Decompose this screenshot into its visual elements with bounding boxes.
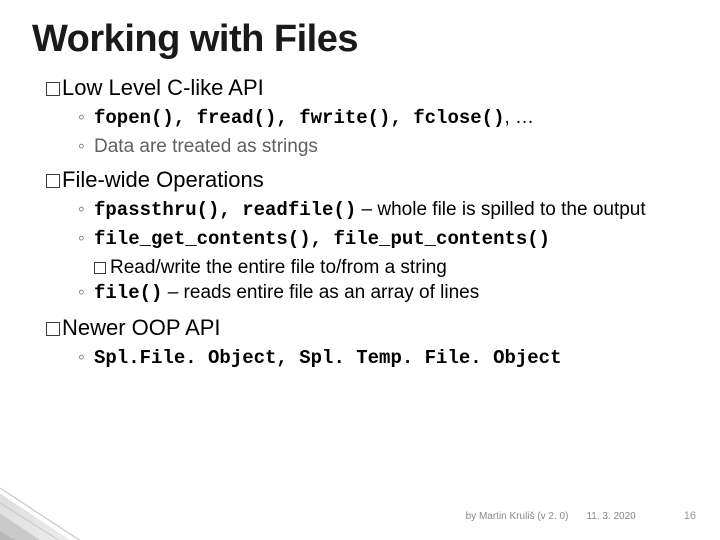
box-icon — [46, 174, 60, 188]
section-items-2: Spl.File. Object, Spl. Temp. File. Objec… — [78, 345, 688, 372]
section-heading-file-wide: File-wide Operations — [46, 167, 688, 193]
list-item: Spl.File. Object, Spl. Temp. File. Objec… — [78, 345, 688, 372]
box-icon — [46, 82, 60, 96]
corner-decoration — [0, 440, 160, 540]
code-text: file() — [94, 282, 162, 304]
section-label: File-wide Operations — [62, 167, 264, 192]
list-item: file() – reads entire file as an array o… — [78, 280, 688, 307]
sub-text: Read/write the entire file to/from a str… — [110, 257, 447, 278]
sub-list-item: Read/write the entire file to/from a str… — [94, 255, 688, 281]
item-suffix: – whole file is spilled to the output — [356, 199, 645, 220]
list-item: file_get_contents(), file_put_contents() — [78, 226, 688, 253]
list-item: Data are treated as strings — [78, 134, 688, 160]
code-text: Spl.File. Object, Spl. Temp. File. Objec… — [94, 347, 561, 369]
section-heading-low-level: Low Level C-like API — [46, 75, 688, 101]
code-text: fpassthru(), readfile() — [94, 199, 356, 221]
footer-date: 11. 3. 2020 — [586, 511, 635, 522]
list-item: fpassthru(), readfile() – whole file is … — [78, 197, 688, 224]
footer-author: by Martin Kruliš (v 2. 0) — [466, 511, 569, 522]
item-suffix: – reads entire file as an array of lines — [162, 282, 479, 303]
slide-content: Working with Files Low Level C-like API … — [0, 0, 720, 540]
section-items-1: fpassthru(), readfile() – whole file is … — [78, 197, 688, 252]
section-heading-oop: Newer OOP API — [46, 315, 688, 341]
box-icon — [46, 322, 60, 336]
slide-footer: by Martin Kruliš (v 2. 0) 11. 3. 2020 16 — [0, 510, 720, 522]
box-icon — [94, 262, 106, 274]
section-items-0: fopen(), fread(), fwrite(), fclose(), … … — [78, 105, 688, 159]
code-text: fopen(), fread(), fwrite(), fclose() — [94, 107, 504, 129]
section-items-1b: file() – reads entire file as an array o… — [78, 280, 688, 307]
slide-title: Working with Files — [32, 18, 688, 61]
item-suffix: , … — [504, 107, 534, 128]
section-label: Low Level C-like API — [62, 75, 264, 100]
code-text: file_get_contents(), file_put_contents() — [94, 228, 550, 250]
list-item: fopen(), fread(), fwrite(), fclose(), … — [78, 105, 688, 132]
page-number: 16 — [684, 510, 696, 522]
section-label: Newer OOP API — [62, 315, 221, 340]
item-text: Data are treated as strings — [94, 136, 318, 157]
